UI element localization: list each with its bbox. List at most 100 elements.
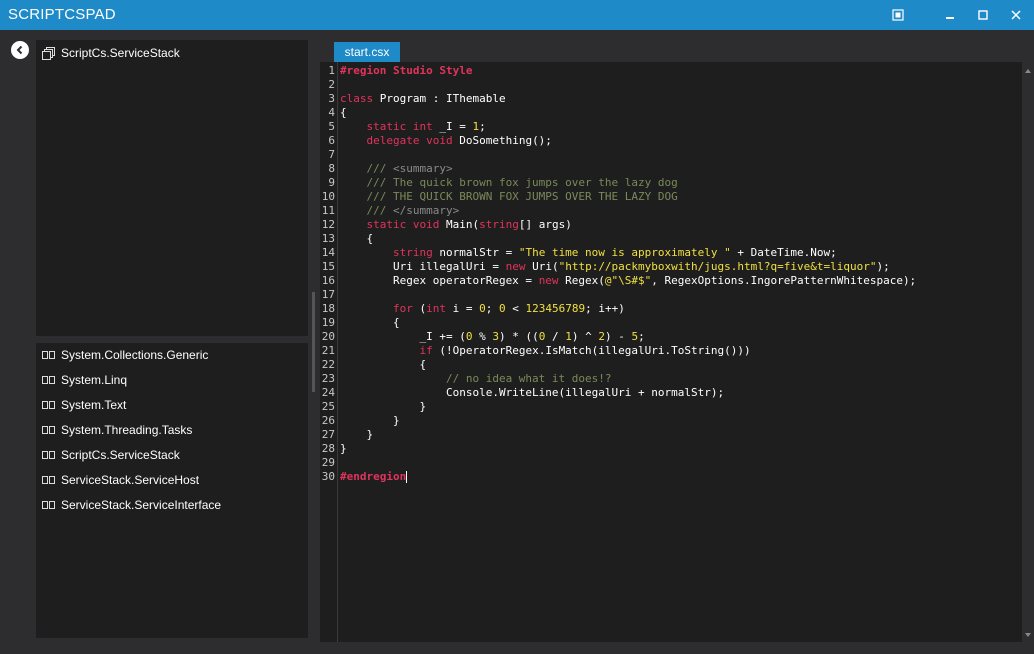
title-bar: SCRIPTCSPAD (0, 0, 1034, 30)
code-line[interactable]: Uri illegalUri = new Uri("http://packmyb… (340, 260, 890, 274)
back-button[interactable] (11, 41, 29, 59)
code-line[interactable]: _I += (0 % 3) * ((0 / 1) ^ 2) - 5; (340, 330, 645, 344)
code-token: / (545, 330, 566, 343)
code-line[interactable]: { (340, 232, 373, 246)
code-token: _I = (432, 120, 473, 133)
line-number: 22 (321, 358, 335, 371)
code-token: Uri illegalUri = (340, 260, 506, 273)
scroll-down-icon[interactable] (1025, 633, 1031, 637)
line-number: 7 (328, 148, 335, 161)
code-token: 3 (492, 330, 499, 343)
project-icon (42, 46, 56, 60)
code-line[interactable]: static void Main(string[] args) (340, 218, 572, 232)
line-number: 11 (321, 204, 335, 217)
code-token: "The time now is approximately " (518, 246, 731, 259)
line-number-gutter: 1 2 3 4 5 6 7 8 9 10 11 12 13 14 15 16 17 18 19 20 21 22 23 24 2… (320, 62, 336, 642)
settings-icon[interactable] (888, 5, 908, 25)
code-token: Main( (439, 218, 480, 231)
code-token: 1 (565, 330, 572, 343)
code-line[interactable]: /// THE QUICK BROWN FOX JUMPS OVER THE L… (340, 190, 678, 204)
close-button[interactable] (1006, 5, 1026, 25)
code-line[interactable]: class Program : IThemable (340, 92, 506, 106)
vertical-scrollbar[interactable] (1022, 62, 1034, 642)
code-line[interactable]: } (340, 400, 426, 414)
code-token: /// THE QUICK BROWN FOX JUMPS OVER THE L… (340, 190, 678, 203)
code-line[interactable]: #endregion (340, 470, 408, 484)
code-token: { (340, 106, 347, 119)
code-token: for (392, 302, 413, 315)
code-line[interactable]: /// </summary> (340, 204, 459, 218)
reference-icon (42, 351, 55, 359)
panel-splitter[interactable] (312, 292, 315, 392)
project-label: ScriptCs.ServiceStack (61, 46, 180, 60)
code-line[interactable]: { (340, 106, 347, 120)
code-token: string (479, 218, 519, 231)
line-number: 8 (328, 162, 335, 175)
code-line[interactable]: { (340, 358, 426, 372)
line-number: 28 (321, 442, 335, 455)
code-token: Program : IThemable (373, 92, 506, 105)
text-caret (406, 471, 408, 483)
code-token: Console.WriteLine(illegalUri + normalStr… (340, 386, 725, 399)
code-token: 0 (498, 302, 506, 315)
chevron-left-icon (16, 45, 23, 55)
code-line[interactable]: string normalStr = "The time now is appr… (340, 246, 837, 260)
code-line[interactable]: // no idea what it does!? (340, 372, 612, 386)
code-line[interactable]: } (340, 414, 400, 428)
line-number: 4 (328, 106, 335, 119)
code-line[interactable]: Console.WriteLine(illegalUri + normalStr… (340, 386, 724, 400)
code-token: int (426, 302, 446, 315)
code-token: Regex operatorRegex = (340, 274, 539, 287)
code-line[interactable]: #region Studio Style (340, 64, 472, 78)
reference-icon (42, 451, 55, 459)
reference-item[interactable]: ScriptCs.ServiceStack (42, 445, 180, 465)
code-line[interactable]: for (int i = 0; 0 < 123456789; i++) (340, 302, 625, 316)
line-number: 10 (321, 190, 335, 203)
line-number: 13 (321, 232, 335, 245)
code-line[interactable]: } (340, 442, 347, 456)
code-line[interactable]: delegate void DoSomething(); (340, 134, 552, 148)
project-item[interactable]: ScriptCs.ServiceStack (42, 43, 180, 63)
tab-start-csx[interactable]: start.csx (334, 42, 400, 62)
line-number: 24 (321, 386, 335, 399)
maximize-button[interactable] (973, 5, 993, 25)
code-token: } (340, 442, 347, 455)
code-token: /// The quick brown fox jumps over the l… (340, 176, 678, 189)
reference-item[interactable]: System.Threading.Tasks (42, 420, 192, 440)
minimize-button[interactable] (940, 5, 960, 25)
code-token: ) * (( (498, 330, 539, 343)
code-token: ; (485, 302, 499, 315)
code-token: if (419, 344, 433, 357)
code-line[interactable]: static int _I = 1; (340, 120, 486, 134)
code-token: } (340, 400, 427, 413)
code-line[interactable]: /// <summary> (340, 162, 452, 176)
reference-item[interactable]: System.Text (42, 395, 126, 415)
reference-item[interactable]: System.Linq (42, 370, 127, 390)
reference-label: ScriptCs.ServiceStack (61, 448, 180, 462)
reference-item[interactable]: System.Collections.Generic (42, 345, 208, 365)
code-line[interactable]: if (!OperatorRegex.IsMatch(illegalUri.To… (340, 344, 750, 358)
code-token: normalStr = (432, 246, 519, 259)
code-token: ; (638, 330, 645, 343)
line-number: 21 (321, 344, 335, 357)
reference-item[interactable]: ServiceStack.ServiceHost (42, 470, 199, 490)
line-number: 16 (321, 274, 335, 287)
code-token: ); (876, 260, 890, 273)
code-line[interactable]: { (340, 316, 400, 330)
reference-item[interactable]: ServiceStack.ServiceInterface (42, 495, 221, 515)
app-title: SCRIPTCSPAD (8, 6, 116, 23)
code-token: </summary> (392, 204, 460, 217)
line-number: 27 (321, 428, 335, 441)
code-token: ( (412, 302, 427, 315)
code-token: + DateTime.Now; (730, 246, 837, 259)
code-line[interactable]: Regex operatorRegex = new Regex(@"\S#$",… (340, 274, 916, 288)
reference-label: System.Collections.Generic (61, 348, 209, 362)
line-number: 5 (328, 120, 335, 133)
code-token: /// (340, 162, 393, 175)
code-line[interactable]: /// The quick brown fox jumps over the l… (340, 176, 678, 190)
code-editor[interactable]: 1 2 3 4 5 6 7 8 9 10 11 12 13 14 15 16 17 18 19 20 21 22 23 24 2… (320, 62, 1022, 642)
scroll-up-icon[interactable] (1025, 69, 1031, 73)
code-line[interactable]: } (340, 428, 373, 442)
